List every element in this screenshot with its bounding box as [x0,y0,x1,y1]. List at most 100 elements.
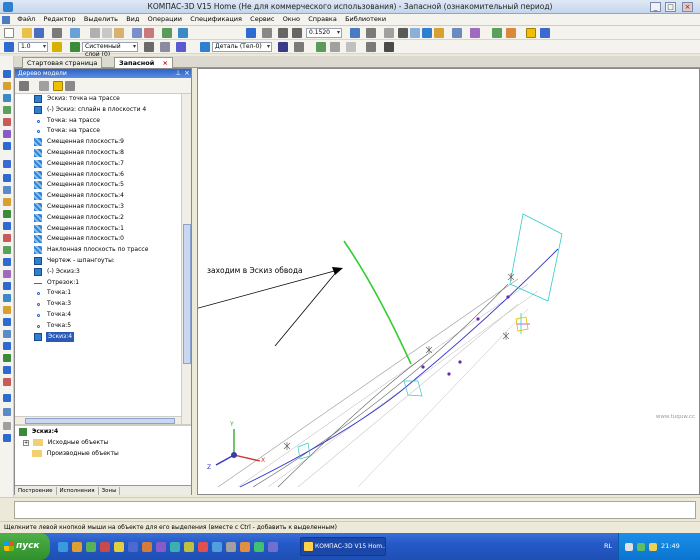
layer-combo[interactable]: Системный слой (0) [82,42,138,58]
tab-zones[interactable]: Зоны [99,487,121,495]
quicklaunch-icon[interactable] [254,542,264,552]
tree-item[interactable]: Смещенная плоскость:3 [15,202,181,212]
tree-item[interactable]: Точка: на трасce [15,116,181,126]
quicklaunch-icon[interactable] [240,542,250,552]
taskbar-item-kompas[interactable]: КОМПАС-3D V15 Hom... [300,537,386,556]
tool-14-icon[interactable] [3,234,11,242]
quicklaunch-icon[interactable] [128,542,138,552]
pointer-icon[interactable] [246,28,256,38]
derived-objects-item[interactable]: Производные объекты [32,449,119,459]
view-orientation-icon[interactable] [384,28,394,38]
tree-tree-icon[interactable] [65,81,75,91]
tree-item[interactable]: Смещенная плоскость:7 [15,159,181,169]
close-button[interactable]: × [682,2,693,12]
tree-item[interactable]: Эскиз: точка на трасce [15,94,181,104]
tree-item[interactable]: Смещенная плоскость:1 [15,224,181,234]
properties-icon[interactable] [162,28,172,38]
tool-13-icon[interactable] [3,222,11,230]
layer-icon[interactable] [70,42,80,52]
tree-item[interactable]: Чертеж - шпангоуты: [15,256,181,266]
menu-libraries[interactable]: Библиотеки [342,14,389,24]
tool-1-icon[interactable] [3,70,11,78]
tray-icon[interactable] [637,543,645,551]
menu-edit[interactable]: Редактор [40,14,78,24]
model-canvas[interactable]: заходим в Эскиз обвода Y X Z www.tuquw.c… [197,68,700,495]
tree-item[interactable]: Смещенная плоскость:8 [15,148,181,158]
menu-help[interactable]: Справка [305,14,340,24]
redo-icon[interactable] [144,28,154,38]
quicklaunch-icon[interactable] [226,542,236,552]
tree-filter-icon[interactable] [53,81,63,91]
tool-19-icon[interactable] [3,294,11,302]
tool-7-icon[interactable] [3,142,11,150]
tab-versions[interactable]: Исполнения [57,487,99,495]
tool-15-icon[interactable] [3,246,11,254]
menu-select[interactable]: Выделить [81,14,121,24]
maximize-button[interactable]: □ [665,2,676,12]
tool-23-icon[interactable] [3,342,11,350]
perspective-icon[interactable] [452,28,462,38]
quicklaunch-icon[interactable] [268,542,278,552]
color-icon[interactable] [176,42,186,52]
tree-item[interactable]: Смещенная плоскость:5 [15,180,181,190]
tool-5-icon[interactable] [3,118,11,126]
menu-view[interactable]: Вид [123,14,142,24]
tool-17-icon[interactable] [3,270,11,278]
tool-21-icon[interactable] [3,318,11,326]
rotate-icon[interactable] [350,28,360,38]
tree-vertical-scrollbar[interactable] [181,94,191,424]
tool-25-icon[interactable] [3,366,11,374]
save-icon[interactable] [34,28,44,38]
start-button[interactable]: пуск [0,533,50,560]
library-icon[interactable] [506,28,516,38]
tool-18-icon[interactable] [3,282,11,290]
tool-29-icon[interactable] [3,422,11,430]
tree-item[interactable]: Смещенная плоскость:4 [15,191,181,201]
zoom-in-icon[interactable] [278,28,288,38]
paste-icon[interactable] [114,28,124,38]
tab-close-icon[interactable]: × [163,59,168,67]
tree-item[interactable]: Точка:3 [15,299,181,309]
quicklaunch-icon[interactable] [58,542,68,552]
tool-26-icon[interactable] [3,378,11,386]
report-icon[interactable] [384,42,394,52]
tool-10-icon[interactable] [3,186,11,194]
tool-20-icon[interactable] [3,306,11,314]
insert-icon[interactable] [316,42,326,52]
properties-area[interactable] [14,501,696,519]
copy-icon[interactable] [102,28,112,38]
wireframe-icon[interactable] [398,28,408,38]
quicklaunch-icon[interactable] [114,542,124,552]
tool-12-icon[interactable] [3,210,11,218]
fix-icon[interactable] [330,42,340,52]
filter-icon[interactable] [470,28,480,38]
tree-item[interactable]: Точка: на трасce [15,126,181,136]
tree-item[interactable]: Наклонная плоскость по трасce [15,245,181,255]
tab-document[interactable]: Запасной × [114,57,173,68]
snap-icon[interactable] [4,42,14,52]
scroll-thumb[interactable] [183,224,191,364]
tool-16-icon[interactable] [3,258,11,266]
quicklaunch-icon[interactable] [170,542,180,552]
tool-8-icon[interactable] [3,160,11,168]
tree-item[interactable]: Точка:4 [15,310,181,320]
help-icon[interactable] [178,28,188,38]
tree-horizontal-scrollbar[interactable] [15,416,181,424]
quicklaunch-icon[interactable] [72,542,82,552]
tree-item[interactable]: Смещенная плоскость:0 [15,234,181,244]
tree-sort-icon[interactable] [39,81,49,91]
cut-icon[interactable] [90,28,100,38]
hidden-lines-icon[interactable] [410,28,420,38]
tree-view-icon[interactable] [19,81,29,91]
layer-props-icon[interactable] [144,42,154,52]
tool-27-icon[interactable] [3,394,11,402]
tree-item[interactable]: Эскиз:4 [15,331,181,342]
tree-item[interactable]: Смещенная плоскость:2 [15,213,181,223]
part-combo[interactable]: Деталь (Тел-0) [212,42,272,52]
pan-icon[interactable] [366,28,376,38]
part-icon[interactable] [200,42,210,52]
tree-item[interactable]: Смещенная плоскость:6 [15,170,181,180]
shaded-edges-icon[interactable] [434,28,444,38]
zoom-window-icon[interactable] [262,28,272,38]
tree-item[interactable]: (-) Эскиз:3 [15,267,181,277]
